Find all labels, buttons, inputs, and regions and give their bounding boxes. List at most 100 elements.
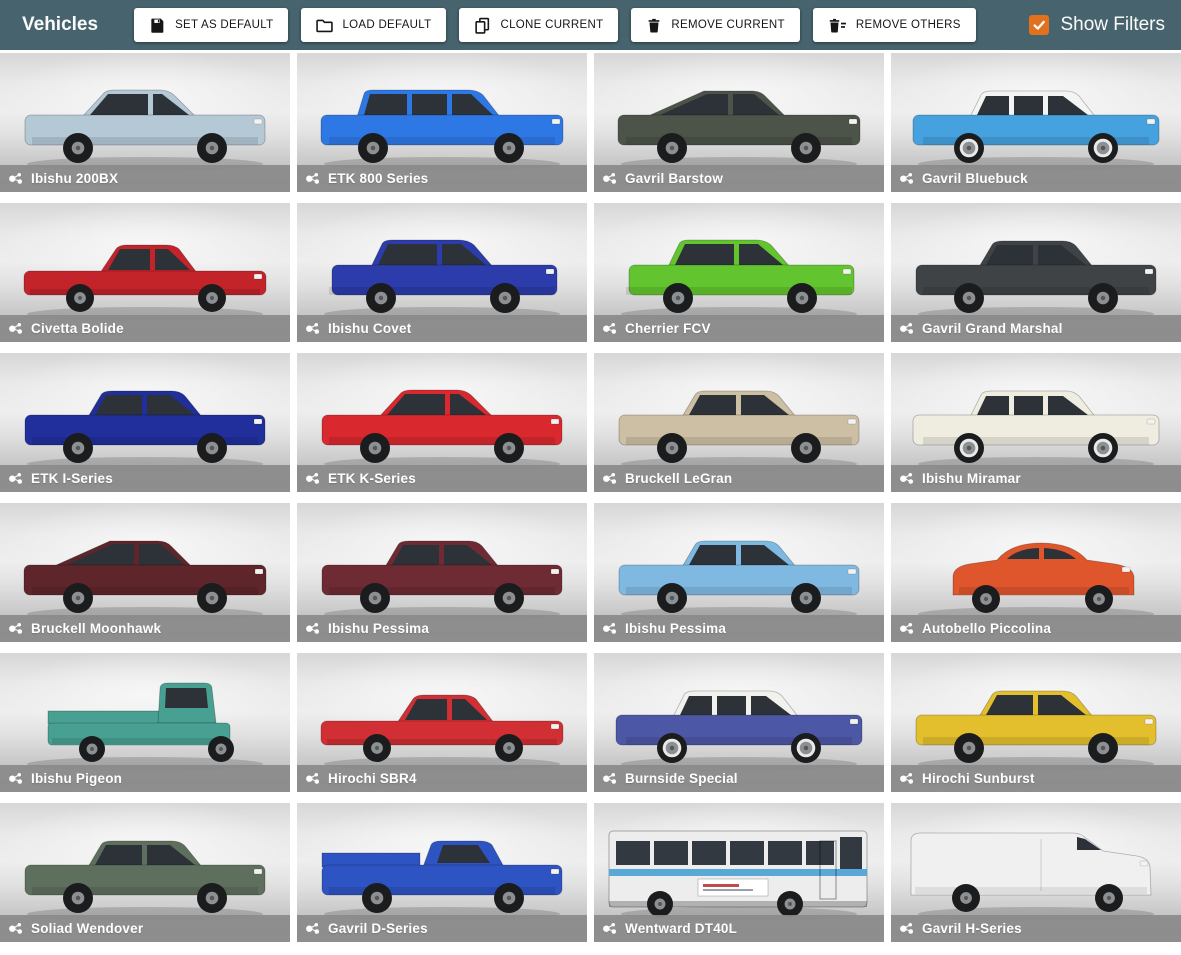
vehicle-icon (8, 621, 23, 636)
vehicle-card[interactable]: Wentward DT40L (594, 803, 884, 942)
remove-current-button[interactable]: REMOVE CURRENT (631, 8, 800, 42)
vehicle-caption: Ibishu Pessima (297, 615, 587, 642)
vehicle-icon (305, 771, 320, 786)
vehicle-caption: Hirochi SBR4 (297, 765, 587, 792)
vehicle-card[interactable]: Gavril Bluebuck (891, 53, 1181, 192)
vehicle-caption: Ibishu Covet (297, 315, 587, 342)
vehicle-card[interactable]: Autobello Piccolina (891, 503, 1181, 642)
vehicle-caption: Gavril D-Series (297, 915, 587, 942)
show-filters-toggle[interactable]: Show Filters (1029, 14, 1165, 36)
vehicle-grid: Ibishu 200BX ETK 800 Series Gavril Barst… (0, 53, 1181, 942)
vehicle-icon (8, 471, 23, 486)
vehicle-card[interactable]: ETK I-Series (0, 353, 290, 492)
vehicle-icon (899, 321, 914, 336)
vehicle-card[interactable]: Civetta Bolide (0, 203, 290, 342)
page-title: Vehicles (22, 14, 99, 35)
save-icon (149, 17, 166, 34)
vehicle-name: Gavril Barstow (625, 171, 724, 186)
vehicle-icon (8, 321, 23, 336)
vehicle-caption: ETK K-Series (297, 465, 587, 492)
vehicle-name: Ibishu Pessima (625, 621, 727, 636)
vehicle-name: Burnside Special (625, 771, 738, 786)
vehicle-name: Autobello Piccolina (922, 621, 1052, 636)
vehicle-icon (8, 921, 23, 936)
clone-icon (474, 17, 491, 34)
vehicle-caption: Hirochi Sunburst (891, 765, 1181, 792)
vehicle-icon (899, 771, 914, 786)
vehicle-icon (305, 621, 320, 636)
remove-others-button[interactable]: REMOVE OTHERS (812, 8, 976, 42)
check-icon (1032, 18, 1046, 32)
header-button-group: SET AS DEFAULT LOAD DEFAULT CLONE CURREN… (134, 8, 976, 42)
vehicle-card[interactable]: Soliad Wendover (0, 803, 290, 942)
vehicle-card[interactable]: Hirochi Sunburst (891, 653, 1181, 792)
vehicle-card[interactable]: Gavril Grand Marshal (891, 203, 1181, 342)
vehicle-icon (305, 321, 320, 336)
vehicle-card[interactable]: Ibishu Covet (297, 203, 587, 342)
vehicle-name: Bruckell Moonhawk (31, 621, 162, 636)
show-filters-checkbox[interactable] (1029, 15, 1050, 35)
vehicle-card[interactable]: Burnside Special (594, 653, 884, 792)
vehicle-icon (602, 621, 617, 636)
clone-current-button[interactable]: CLONE CURRENT (459, 8, 619, 42)
vehicle-name: Ibishu Covet (328, 321, 412, 336)
vehicle-name: Civetta Bolide (31, 321, 124, 336)
vehicle-card[interactable]: Ibishu Pessima (594, 503, 884, 642)
vehicle-name: Cherrier FCV (625, 321, 711, 336)
vehicle-name: Ibishu Miramar (922, 471, 1021, 486)
vehicle-caption: ETK 800 Series (297, 165, 587, 192)
vehicle-card[interactable]: Gavril Barstow (594, 53, 884, 192)
vehicle-card[interactable]: Ibishu Miramar (891, 353, 1181, 492)
vehicle-card[interactable]: Gavril H-Series (891, 803, 1181, 942)
vehicle-icon (899, 921, 914, 936)
vehicle-icon (602, 321, 617, 336)
load-default-button[interactable]: LOAD DEFAULT (301, 8, 447, 42)
vehicle-icon (305, 471, 320, 486)
vehicle-name: Gavril Grand Marshal (922, 321, 1063, 336)
vehicle-icon (602, 471, 617, 486)
vehicle-caption: Gavril H-Series (891, 915, 1181, 942)
vehicle-name: ETK 800 Series (328, 171, 429, 186)
vehicle-icon (602, 171, 617, 186)
vehicle-card[interactable]: Cherrier FCV (594, 203, 884, 342)
vehicle-name: Gavril Bluebuck (922, 171, 1028, 186)
vehicle-caption: Bruckell LeGran (594, 465, 884, 492)
vehicle-icon (899, 621, 914, 636)
vehicle-name: Ibishu Pessima (328, 621, 430, 636)
vehicle-name: ETK K-Series (328, 471, 416, 486)
set-as-default-button[interactable]: SET AS DEFAULT (134, 8, 289, 42)
vehicle-card[interactable]: Hirochi SBR4 (297, 653, 587, 792)
vehicle-caption: Ibishu Miramar (891, 465, 1181, 492)
vehicle-icon (899, 171, 914, 186)
vehicle-name: Bruckell LeGran (625, 471, 733, 486)
vehicle-card[interactable]: Gavril D-Series (297, 803, 587, 942)
vehicle-card[interactable]: Ibishu Pessima (297, 503, 587, 642)
vehicle-card[interactable]: ETK 800 Series (297, 53, 587, 192)
vehicle-card[interactable]: Bruckell LeGran (594, 353, 884, 492)
vehicle-caption: Civetta Bolide (0, 315, 290, 342)
vehicle-name: Wentward DT40L (625, 921, 738, 936)
vehicle-icon (602, 921, 617, 936)
header-bar: Vehicles SET AS DEFAULT LOAD DEFAULT CLO… (0, 0, 1181, 50)
vehicle-card[interactable]: Ibishu 200BX (0, 53, 290, 192)
vehicle-caption: Gavril Bluebuck (891, 165, 1181, 192)
vehicle-caption: Ibishu Pigeon (0, 765, 290, 792)
vehicle-name: Gavril H-Series (922, 921, 1022, 936)
vehicle-caption: Ibishu 200BX (0, 165, 290, 192)
vehicle-name: Hirochi SBR4 (328, 771, 417, 786)
vehicle-card[interactable]: ETK K-Series (297, 353, 587, 492)
vehicle-icon (899, 471, 914, 486)
vehicle-icon (305, 921, 320, 936)
vehicle-card[interactable]: Bruckell Moonhawk (0, 503, 290, 642)
vehicle-name: Soliad Wendover (31, 921, 144, 936)
vehicle-caption: Autobello Piccolina (891, 615, 1181, 642)
folder-icon (316, 17, 334, 34)
vehicle-card[interactable]: Ibishu Pigeon (0, 653, 290, 792)
vehicle-caption: Soliad Wendover (0, 915, 290, 942)
vehicle-name: ETK I-Series (31, 471, 113, 486)
trash-list-icon (828, 17, 847, 34)
show-filters-label: Show Filters (1060, 14, 1165, 35)
vehicle-caption: ETK I-Series (0, 465, 290, 492)
vehicle-icon (602, 771, 617, 786)
vehicle-name: Ibishu 200BX (31, 171, 119, 186)
